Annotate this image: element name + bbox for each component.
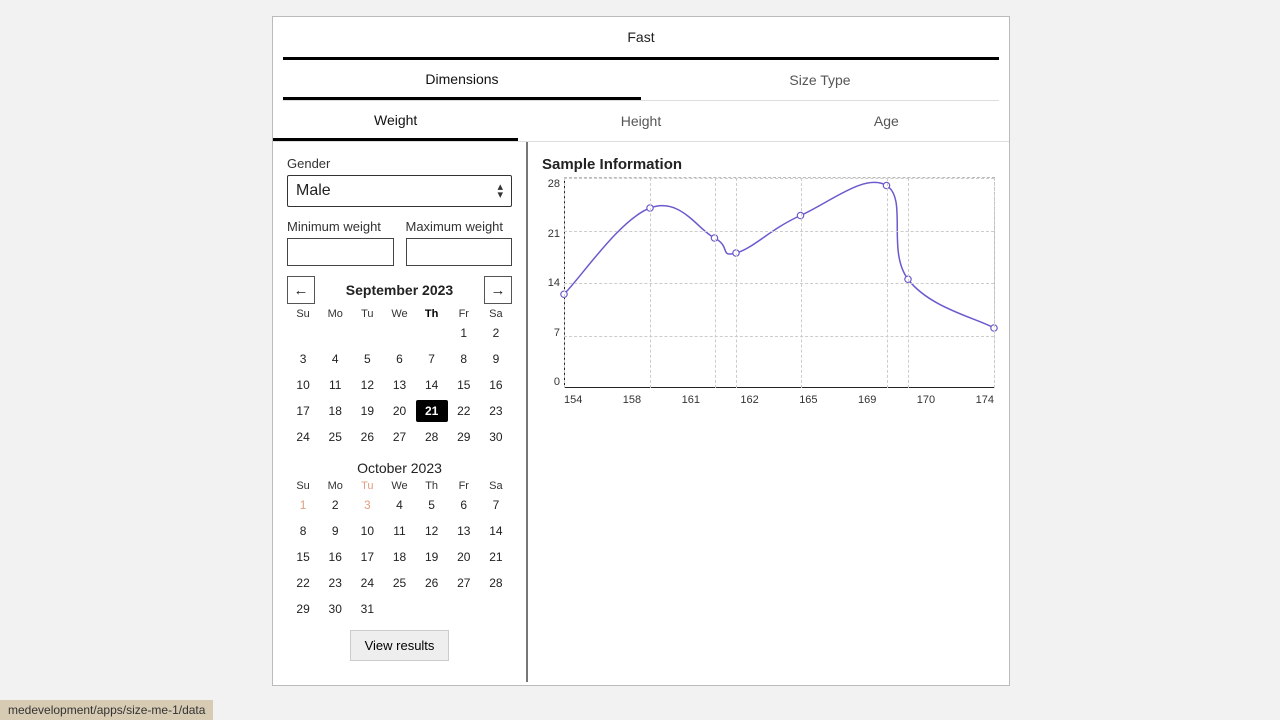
calendar-day[interactable]: 29 [448,426,480,448]
gender-select[interactable]: Male ▴▾ [287,175,512,207]
calendar-day[interactable]: 10 [351,520,383,542]
calendar-day[interactable]: 12 [416,520,448,542]
calendar-day[interactable]: 25 [383,572,415,594]
calendar-day[interactable]: 1 [448,322,480,344]
main-panel: Fast Dimensions Size Type Weight Height … [272,16,1010,686]
y-axis-ticks: 28211470 [540,178,560,388]
tab-age[interactable]: Age [764,101,1009,141]
calendar-day[interactable]: 22 [448,400,480,422]
chevron-updown-icon: ▴▾ [497,182,503,201]
tabs-primary: Dimensions Size Type [283,60,999,101]
calendar-day[interactable]: 3 [287,348,319,370]
tab-size-type[interactable]: Size Type [641,60,999,100]
calendar-day[interactable]: 9 [480,348,512,370]
calendar-day[interactable]: 9 [319,520,351,542]
gender-label: Gender [287,156,512,171]
calendar-day[interactable]: 21 [480,546,512,568]
calendar-day[interactable]: 18 [383,546,415,568]
tab-dimensions[interactable]: Dimensions [283,60,641,100]
chart-title: Sample Information [542,156,995,173]
calendar-month2-grid: 1234567891011121314151617181920212223242… [287,494,512,620]
calendar-day[interactable]: 19 [351,400,383,422]
calendar-day[interactable]: 27 [448,572,480,594]
calendar-day[interactable]: 25 [319,426,351,448]
calendar-day[interactable]: 12 [351,374,383,396]
calendar-day[interactable]: 31 [351,598,383,620]
calendar-day[interactable]: 17 [287,400,319,422]
calendar-day[interactable]: 18 [319,400,351,422]
gender-value: Male [296,182,331,200]
min-weight-label: Minimum weight [287,219,394,234]
calendar-day[interactable]: 24 [287,426,319,448]
calendar-day[interactable]: 7 [416,348,448,370]
chart-pane: Sample Information 28211470 154158161162… [528,142,1009,682]
calendar-day[interactable]: 20 [448,546,480,568]
view-results-button[interactable]: View results [350,630,450,661]
calendar-day[interactable]: 8 [448,348,480,370]
calendar-day[interactable]: 5 [351,348,383,370]
calendar-day[interactable]: 23 [480,400,512,422]
max-weight-label: Maximum weight [406,219,513,234]
arrow-right-icon: → [491,282,506,299]
calendar-day[interactable]: 26 [351,426,383,448]
calendar-day[interactable]: 24 [351,572,383,594]
calendar-day[interactable]: 4 [319,348,351,370]
calendar-day[interactable]: 11 [319,374,351,396]
x-axis-ticks: 154158161162165169170174 [564,394,994,406]
month1-title: September 2023 [346,282,453,298]
calendar-day[interactable]: 6 [383,348,415,370]
calendar-day[interactable]: 5 [416,494,448,516]
calendar-day[interactable]: 16 [319,546,351,568]
calendar-day[interactable]: 30 [319,598,351,620]
max-weight-input[interactable] [406,238,513,266]
calendar-day[interactable]: 4 [383,494,415,516]
calendar-dow: SuMoTuWeThFrSa [287,308,512,320]
calendar-day[interactable]: 22 [287,572,319,594]
calendar-day[interactable]: 16 [480,374,512,396]
topbar-title: Fast [283,17,999,60]
chart-area: 28211470 154158161162165169170174 [564,177,995,388]
calendar-day[interactable]: 3 [351,494,383,516]
filter-sidebar: Gender Male ▴▾ Minimum weight Maximum we… [273,142,528,682]
calendar-day[interactable]: 13 [383,374,415,396]
calendar-day[interactable]: 20 [383,400,415,422]
calendar-day[interactable]: 23 [319,572,351,594]
calendar-day[interactable]: 1 [287,494,319,516]
calendar-day[interactable]: 26 [416,572,448,594]
calendar-day[interactable]: 13 [448,520,480,542]
calendar-month1-grid: 1234567891011121314151617181920212223242… [287,322,512,448]
status-bar: medevelopment/apps/size-me-1/data [0,700,213,720]
calendar-next-button[interactable]: → [484,276,512,304]
calendar-day[interactable]: 14 [480,520,512,542]
calendar-day[interactable]: 21 [416,400,448,422]
calendar-day[interactable]: 30 [480,426,512,448]
calendar-day[interactable]: 11 [383,520,415,542]
arrow-left-icon: ← [294,282,309,299]
calendar-day[interactable]: 10 [287,374,319,396]
calendar-day[interactable]: 2 [319,494,351,516]
calendar-day[interactable]: 2 [480,322,512,344]
min-weight-input[interactable] [287,238,394,266]
calendar-dow2: SuMoTuWeThFrSa [287,480,512,492]
calendar-day[interactable]: 15 [448,374,480,396]
calendar-day[interactable]: 28 [480,572,512,594]
tabs-secondary: Weight Height Age [273,101,1009,142]
calendar-day[interactable]: 29 [287,598,319,620]
month2-title: October 2023 [287,460,512,476]
calendar-day[interactable]: 6 [448,494,480,516]
calendar-day[interactable]: 19 [416,546,448,568]
calendar-day[interactable]: 27 [383,426,415,448]
calendar-day[interactable]: 17 [351,546,383,568]
calendar-day[interactable]: 14 [416,374,448,396]
calendar-day[interactable]: 8 [287,520,319,542]
tab-height[interactable]: Height [518,101,763,141]
calendar-day[interactable]: 15 [287,546,319,568]
calendar-prev-button[interactable]: ← [287,276,315,304]
calendar-day[interactable]: 28 [416,426,448,448]
tab-weight[interactable]: Weight [273,101,518,141]
calendar-day[interactable]: 7 [480,494,512,516]
